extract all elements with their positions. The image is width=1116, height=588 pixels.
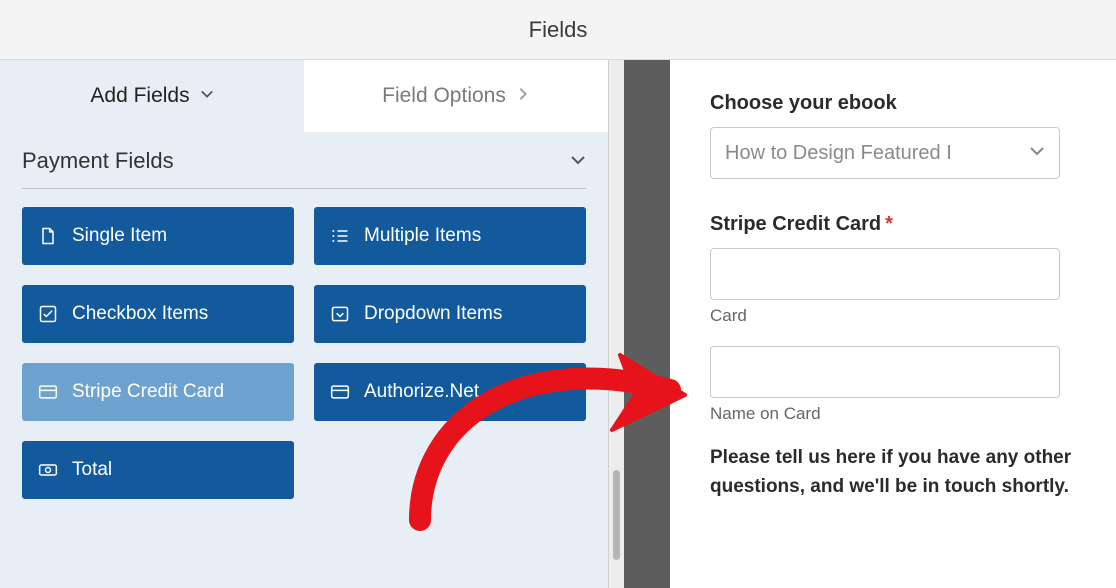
divider (22, 188, 586, 189)
field-label: Multiple Items (364, 225, 481, 247)
section-title: Payment Fields (22, 148, 174, 174)
field-label: Single Item (72, 225, 167, 247)
scrollbar-thumb[interactable] (613, 470, 620, 560)
field-checkbox-items[interactable]: Checkbox Items (22, 285, 294, 343)
stripe-label: Stripe Credit Card* (710, 213, 1086, 236)
checkbox-icon (38, 304, 58, 324)
card-input[interactable] (710, 248, 1060, 300)
credit-card-icon (330, 382, 350, 402)
chevron-down-icon (200, 87, 214, 106)
field-multiple-items[interactable]: Multiple Items (314, 207, 586, 265)
name-on-card-input[interactable] (710, 346, 1060, 398)
form-preview: Choose your ebook How to Design Featured… (670, 60, 1116, 588)
ebook-select[interactable]: How to Design Featured I (710, 127, 1060, 179)
stripe-label-text: Stripe Credit Card (710, 213, 881, 235)
field-authorize-net[interactable]: Authorize.Net (314, 363, 586, 421)
field-stripe-credit-card[interactable]: Stripe Credit Card (22, 363, 294, 421)
field-label: Dropdown Items (364, 303, 502, 325)
field-total[interactable]: Total (22, 441, 294, 499)
field-label: Authorize.Net (364, 381, 479, 403)
card-sublabel: Card (710, 306, 1086, 326)
panel-gap (624, 60, 670, 588)
page-title: Fields (529, 17, 588, 43)
field-label: Total (72, 459, 112, 481)
tab-field-options-label: Field Options (382, 84, 506, 108)
scrollbar-track[interactable] (608, 60, 624, 588)
file-icon (38, 226, 58, 246)
field-single-item[interactable]: Single Item (22, 207, 294, 265)
field-label: Checkbox Items (72, 303, 208, 325)
tab-add-fields-label: Add Fields (90, 84, 189, 108)
ebook-select-value: How to Design Featured I (725, 142, 952, 165)
field-label: Stripe Credit Card (72, 381, 224, 403)
form-note: Please tell us here if you have any othe… (710, 444, 1086, 501)
add-fields-panel: Add Fields Field Options Payment Fields (0, 60, 608, 588)
name-on-card-sublabel: Name on Card (710, 404, 1086, 424)
field-dropdown-items[interactable]: Dropdown Items (314, 285, 586, 343)
list-icon (330, 226, 350, 246)
section-header-payment-fields[interactable]: Payment Fields (0, 132, 608, 188)
tab-add-fields[interactable]: Add Fields (0, 60, 304, 132)
chevron-down-icon (570, 148, 586, 174)
ebook-label: Choose your ebook (710, 92, 1086, 115)
required-asterisk: * (885, 213, 893, 235)
money-icon (38, 460, 58, 480)
credit-card-icon (38, 382, 58, 402)
dropdown-icon (330, 304, 350, 324)
tab-field-options[interactable]: Field Options (304, 60, 608, 132)
chevron-down-icon (1029, 142, 1045, 165)
chevron-right-icon (516, 87, 530, 106)
